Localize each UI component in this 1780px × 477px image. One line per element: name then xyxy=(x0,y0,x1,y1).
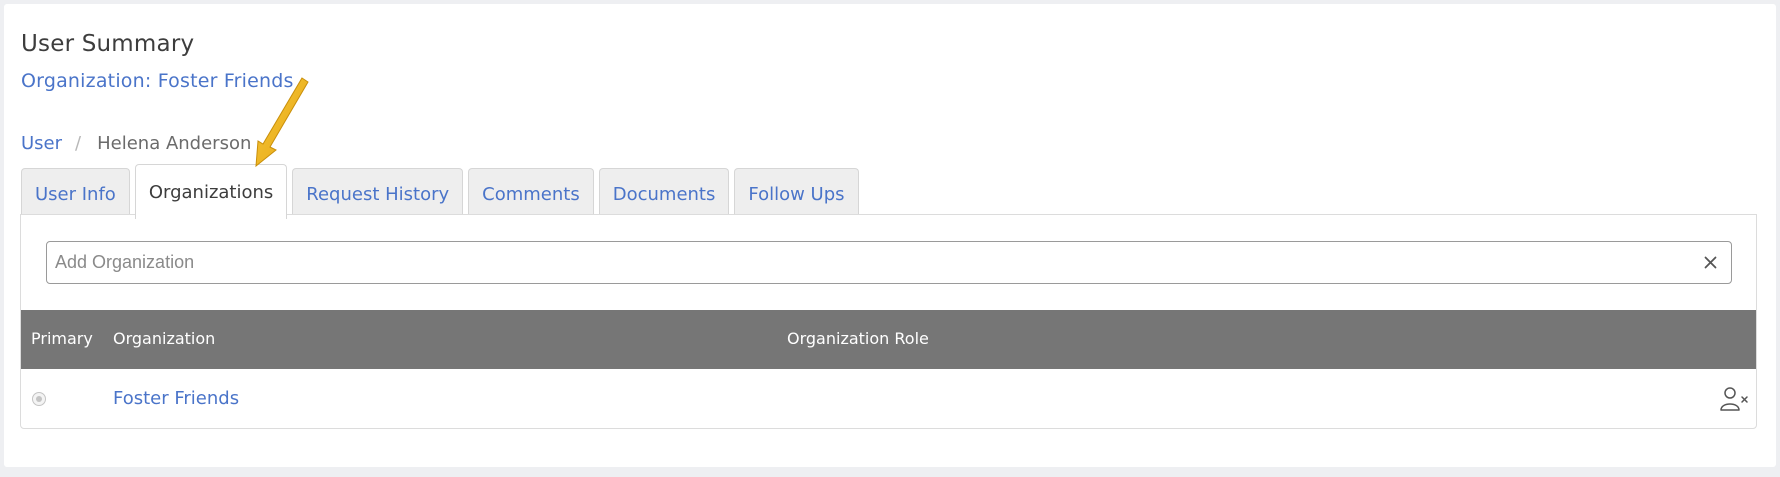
tab-follow-ups[interactable]: Follow Ups xyxy=(734,168,859,219)
tab-bar: User Info Organizations Request History … xyxy=(21,164,864,219)
column-header-primary: Primary xyxy=(31,329,93,348)
breadcrumb-user-link[interactable]: User xyxy=(21,133,62,154)
table-header: Primary Organization Organization Role xyxy=(21,310,1756,369)
column-header-organization: Organization xyxy=(113,329,216,348)
add-organization-input[interactable] xyxy=(47,242,1695,283)
primary-radio[interactable] xyxy=(32,392,46,406)
tab-request-history[interactable]: Request History xyxy=(292,168,464,219)
column-header-organization-role: Organization Role xyxy=(787,329,929,348)
page-title: User Summary xyxy=(21,31,195,57)
add-organization-field xyxy=(46,241,1732,284)
breadcrumb-separator: / xyxy=(75,133,82,154)
table-row: Foster Friends xyxy=(21,369,1756,429)
organizations-panel: Primary Organization Organization Role F… xyxy=(20,214,1757,429)
tab-user-info[interactable]: User Info xyxy=(21,168,130,219)
remove-user-icon xyxy=(1720,387,1748,411)
tab-comments[interactable]: Comments xyxy=(468,168,594,219)
annotation-arrow-icon xyxy=(255,77,309,168)
close-icon xyxy=(1704,256,1716,269)
clear-button[interactable] xyxy=(1695,248,1725,278)
remove-user-button[interactable] xyxy=(1720,386,1750,412)
breadcrumb: User / Helena Anderson xyxy=(21,133,251,154)
organization-link-foster-friends[interactable]: Foster Friends xyxy=(113,388,239,409)
breadcrumb-current: Helena Anderson xyxy=(97,133,252,154)
tab-documents[interactable]: Documents xyxy=(598,168,730,219)
